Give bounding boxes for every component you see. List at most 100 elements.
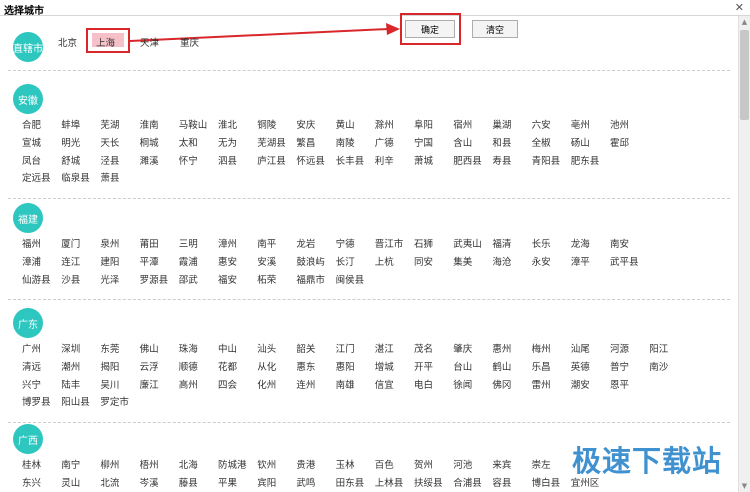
city-link[interactable]: 南平 xyxy=(257,236,276,250)
city-link[interactable]: 池州 xyxy=(610,117,629,131)
city-link[interactable]: 天津 xyxy=(140,35,159,49)
city-link[interactable]: 仙游县 xyxy=(22,272,51,286)
city-link[interactable]: 寿县 xyxy=(492,153,511,167)
city-link[interactable]: 南宁 xyxy=(61,457,80,471)
city-link[interactable]: 上杭 xyxy=(375,254,394,268)
city-link[interactable]: 南沙 xyxy=(649,359,668,373)
city-link[interactable]: 含山 xyxy=(453,135,472,149)
city-link[interactable]: 南安 xyxy=(610,236,629,250)
city-link[interactable]: 巢湖 xyxy=(492,117,511,131)
city-link[interactable]: 柘荣 xyxy=(257,272,276,286)
city-link[interactable]: 兴宁 xyxy=(22,377,41,391)
city-link[interactable]: 徐闻 xyxy=(453,377,472,391)
city-link[interactable]: 清远 xyxy=(22,359,41,373)
city-link[interactable]: 玉林 xyxy=(336,457,355,471)
city-link[interactable]: 从化 xyxy=(257,359,276,373)
city-link[interactable]: 崇左 xyxy=(532,457,551,471)
city-link[interactable]: 罗定市 xyxy=(100,394,129,408)
city-link[interactable]: 淮南 xyxy=(140,117,159,131)
city-link[interactable]: 晋江市 xyxy=(375,236,404,250)
city-link[interactable]: 桐城 xyxy=(140,135,159,149)
city-link[interactable]: 青阳县 xyxy=(532,153,561,167)
city-link[interactable]: 福安 xyxy=(218,272,237,286)
city-link[interactable]: 宾阳 xyxy=(257,475,276,489)
city-link[interactable]: 揭阳 xyxy=(100,359,119,373)
city-link[interactable]: 无为 xyxy=(218,135,237,149)
city-link[interactable]: 马鞍山 xyxy=(179,117,208,131)
city-link[interactable]: 潮州 xyxy=(61,359,80,373)
city-link[interactable]: 桂林 xyxy=(22,457,41,471)
city-link[interactable]: 鼓浪屿 xyxy=(296,254,325,268)
city-link[interactable]: 河源 xyxy=(610,341,629,355)
city-link[interactable]: 鹤山 xyxy=(492,359,511,373)
city-link[interactable]: 沙县 xyxy=(61,272,80,286)
city-link[interactable]: 霍邱 xyxy=(610,135,629,149)
city-link[interactable]: 庐江县 xyxy=(257,153,286,167)
city-link[interactable]: 武夷山 xyxy=(453,236,482,250)
city-link[interactable]: 吴川 xyxy=(100,377,119,391)
city-link[interactable]: 化州 xyxy=(257,377,276,391)
city-link[interactable]: 顺德 xyxy=(179,359,198,373)
city-link[interactable]: 集美 xyxy=(453,254,472,268)
city-link[interactable]: 福州 xyxy=(22,236,41,250)
city-link[interactable]: 淮北 xyxy=(218,117,237,131)
city-link[interactable]: 普宁 xyxy=(610,359,629,373)
city-link[interactable]: 佛冈 xyxy=(492,377,511,391)
city-link[interactable]: 铜陵 xyxy=(257,117,276,131)
city-link[interactable]: 乐昌 xyxy=(532,359,551,373)
city-link[interactable]: 江门 xyxy=(336,341,355,355)
city-link[interactable]: 贵港 xyxy=(296,457,315,471)
city-link[interactable]: 莆田 xyxy=(140,236,159,250)
city-link[interactable]: 宁国 xyxy=(414,135,433,149)
city-link[interactable]: 阜阳 xyxy=(414,117,433,131)
city-link[interactable]: 建阳 xyxy=(100,254,119,268)
city-link[interactable]: 厦门 xyxy=(61,236,80,250)
city-link[interactable]: 肥东县 xyxy=(571,153,600,167)
city-link[interactable]: 灵山 xyxy=(61,475,80,489)
city-link[interactable]: 肇庆 xyxy=(453,341,472,355)
city-link[interactable]: 泾县 xyxy=(100,153,119,167)
city-link[interactable]: 来宾 xyxy=(492,457,511,471)
city-link[interactable]: 北京 xyxy=(58,35,77,49)
city-link[interactable]: 漳浦 xyxy=(22,254,41,268)
city-link[interactable]: 平果 xyxy=(218,475,237,489)
city-link[interactable]: 三明 xyxy=(179,236,198,250)
city-link[interactable]: 宣城 xyxy=(22,135,41,149)
city-link[interactable]: 北流 xyxy=(100,475,119,489)
city-link[interactable]: 河池 xyxy=(453,457,472,471)
city-link[interactable]: 蚌埠 xyxy=(61,117,80,131)
city-link[interactable]: 韶关 xyxy=(296,341,315,355)
city-link[interactable]: 萧县 xyxy=(100,170,119,184)
city-link[interactable]: 上林县 xyxy=(375,475,404,489)
city-link[interactable]: 连江 xyxy=(61,254,80,268)
city-link[interactable]: 六安 xyxy=(532,117,551,131)
city-link[interactable]: 台山 xyxy=(453,359,472,373)
city-link[interactable]: 闽侯县 xyxy=(336,272,365,286)
city-link[interactable]: 连州 xyxy=(296,377,315,391)
city-link[interactable]: 廉江 xyxy=(140,377,159,391)
city-link[interactable]: 博罗县 xyxy=(22,394,51,408)
city-link[interactable]: 南陵 xyxy=(336,135,355,149)
city-link[interactable]: 福鼎市 xyxy=(296,272,325,286)
city-link[interactable]: 天长 xyxy=(100,135,119,149)
city-link[interactable]: 石狮 xyxy=(414,236,433,250)
city-link[interactable]: 藤县 xyxy=(179,475,198,489)
city-link[interactable]: 雷州 xyxy=(532,377,551,391)
city-link[interactable]: 平潭 xyxy=(140,254,159,268)
city-link[interactable]: 中山 xyxy=(218,341,237,355)
city-link[interactable]: 芜湖县 xyxy=(257,135,286,149)
city-link[interactable]: 英德 xyxy=(571,359,590,373)
city-link[interactable]: 临泉县 xyxy=(61,170,90,184)
city-link[interactable]: 龙海 xyxy=(571,236,590,250)
city-link[interactable]: 惠州 xyxy=(492,341,511,355)
city-link[interactable]: 宁德 xyxy=(336,236,355,250)
city-link[interactable]: 滁州 xyxy=(375,117,394,131)
city-link[interactable]: 防城港 xyxy=(218,457,247,471)
city-link[interactable]: 黄山 xyxy=(336,117,355,131)
city-link[interactable]: 汕头 xyxy=(257,341,276,355)
city-link[interactable]: 合肥 xyxy=(22,117,41,131)
city-link[interactable]: 武平县 xyxy=(610,254,639,268)
city-link[interactable]: 龙岩 xyxy=(296,236,315,250)
city-link[interactable]: 贺州 xyxy=(414,457,433,471)
city-link[interactable]: 湛江 xyxy=(375,341,394,355)
